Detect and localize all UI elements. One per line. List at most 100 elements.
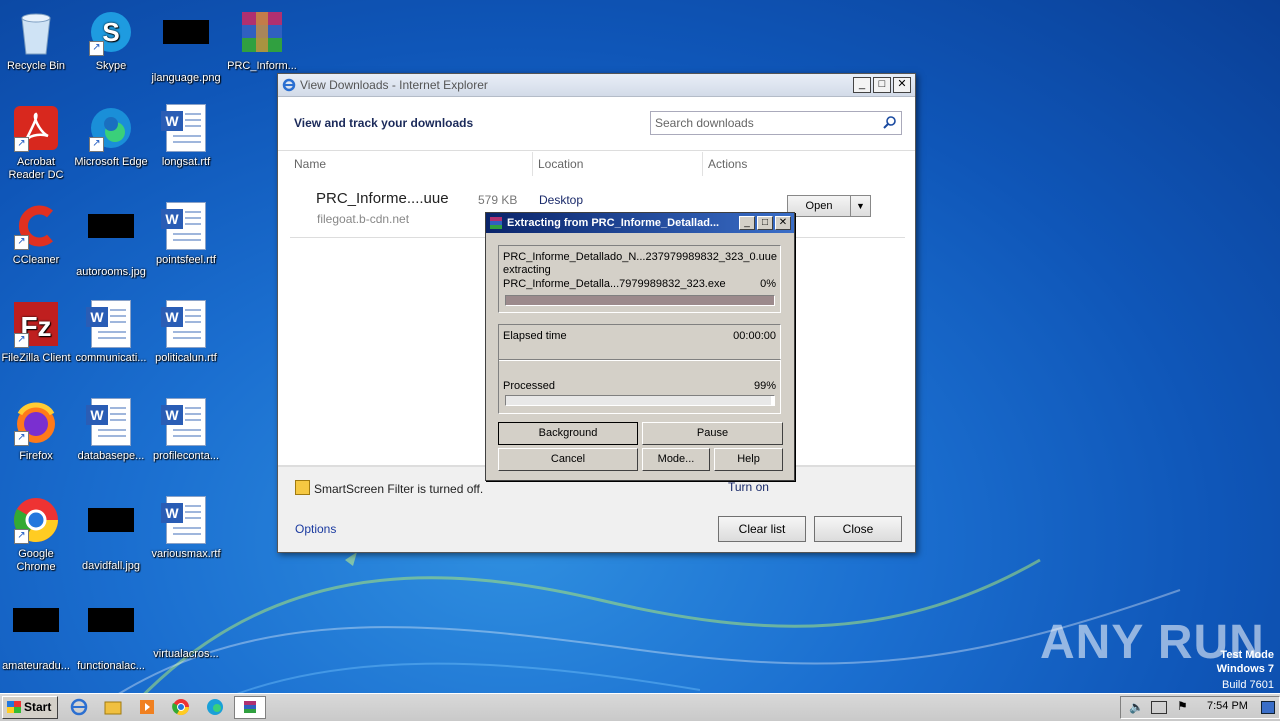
column-header-location[interactable]: Location [538, 157, 583, 171]
explorer-taskbar-icon[interactable] [100, 697, 126, 717]
mode-button[interactable]: Mode... [642, 448, 710, 471]
desktop-icon[interactable]: ↗ Microsoft Edge [73, 104, 149, 169]
svg-text:S: S [102, 17, 119, 47]
desktop-icon-label: virtualacros... [153, 648, 219, 660]
close-button[interactable]: Close [814, 516, 902, 542]
image-file-icon [87, 214, 135, 262]
elapsed-value: 00:00:00 [733, 330, 776, 342]
desktop-icon[interactable]: ↗ Google Chrome [0, 496, 74, 574]
desktop-icon-label: Recycle Bin [6, 60, 66, 72]
desktop-icon[interactable]: Recycle Bin [0, 8, 74, 73]
open-dropdown-button[interactable]: ▼ [850, 195, 871, 217]
build-label: Build 7601 [1222, 679, 1274, 691]
winrar-extract-dialog[interactable]: Extracting from PRC_Informe_Detallad... … [485, 212, 795, 481]
close-window-button[interactable]: ✕ [893, 77, 911, 93]
desktop-icon[interactable]: davidfall.jpg [73, 496, 149, 573]
word-doc-icon: W [86, 300, 135, 348]
pause-button[interactable]: Pause [642, 422, 783, 445]
column-header-actions[interactable]: Actions [708, 157, 747, 171]
network-icon[interactable] [1151, 701, 1167, 714]
desktop-icon[interactable]: functionalac... [73, 596, 149, 673]
dialog-maximize-button[interactable]: □ [757, 216, 773, 230]
options-link[interactable]: Options [295, 522, 336, 536]
ie-title-bar[interactable]: View Downloads - Internet Explorer _ □ ✕ [278, 74, 915, 97]
dialog-minimize-button[interactable]: _ [739, 216, 755, 230]
show-desktop-icon[interactable] [1261, 701, 1275, 714]
image-file-icon [87, 508, 135, 556]
desktop-icon-label: Google Chrome [16, 548, 56, 573]
desktop-icon[interactable]: S ↗ Skype [73, 8, 149, 73]
desktop-icon[interactable]: ↗ CCleaner [0, 202, 74, 267]
recycle-bin-icon [12, 8, 60, 56]
ie-taskbar-icon[interactable] [66, 697, 92, 717]
cancel-button[interactable]: Cancel [498, 448, 638, 471]
maximize-button[interactable]: □ [873, 77, 891, 93]
desktop-icon[interactable]: amateuradu... [0, 596, 74, 673]
word-doc-icon: W [161, 496, 210, 544]
desktop-icon[interactable]: autorooms.jpg [73, 202, 149, 279]
desktop-icon[interactable]: PRC_Inform... [224, 8, 300, 73]
desktop-icon-label: profileconta... [152, 450, 220, 462]
edge-taskbar-icon[interactable] [202, 697, 228, 717]
volume-icon[interactable]: 🔈 [1129, 700, 1144, 714]
shortcut-arrow-icon: ↗ [89, 137, 104, 152]
desktop-icon-label: variousmax.rtf [151, 548, 221, 560]
windows-logo-icon [7, 701, 21, 713]
desktop-icon[interactable]: Wcommunicati... [73, 300, 149, 365]
dialog-title: Extracting from PRC_Informe_Detallad... [507, 217, 720, 229]
downloads-heading: View and track your downloads [294, 116, 474, 130]
download-size: 579 KB [478, 193, 518, 207]
image-file-icon [87, 608, 135, 656]
elapsed-group: Elapsed time 00:00:00 [498, 324, 781, 361]
help-button[interactable]: Help [714, 448, 783, 471]
desktop-icon-label: amateuradu... [2, 660, 70, 672]
image-file-icon [162, 20, 210, 68]
start-button[interactable]: Start [2, 696, 58, 719]
desktop-icon[interactable]: jlanguage.png [148, 8, 224, 85]
taskbar: Start 🔈 ⚑ [0, 693, 1280, 721]
open-button[interactable]: Open [787, 195, 851, 217]
desktop-icon[interactable]: Wlongsat.rtf [148, 104, 224, 169]
desktop-icon[interactable]: virtualacros... [148, 596, 224, 661]
edge-icon: ↗ [87, 104, 135, 152]
desktop-icon-label: communicati... [75, 352, 147, 364]
desktop-icon[interactable]: ↗ Firefox [0, 398, 74, 463]
desktop-icon[interactable]: Wvariousmax.rtf [148, 496, 224, 561]
desktop-icon[interactable]: Fz ↗ FileZilla Client [0, 300, 74, 365]
system-tray: 🔈 ⚑ [1120, 696, 1280, 719]
desktop-icon[interactable]: Wpointsfeel.rtf [148, 202, 224, 267]
desktop-icon[interactable]: Wprofileconta... [148, 398, 224, 463]
file-percent: 0% [760, 278, 776, 290]
desktop-icon[interactable]: ↗ Acrobat Reader DC [0, 104, 74, 182]
desktop-icon[interactable]: Wdatabasepe... [73, 398, 149, 463]
file-progress-bar [505, 295, 775, 306]
processed-label: Processed [503, 380, 555, 392]
dialog-title-bar[interactable]: Extracting from PRC_Informe_Detallad... … [486, 213, 794, 233]
action-center-flag-icon[interactable]: ⚑ [1177, 699, 1188, 713]
search-downloads-input[interactable]: Search downloads [650, 111, 902, 135]
desktop-icon[interactable]: Wpoliticalun.rtf [148, 300, 224, 365]
clear-list-button[interactable]: Clear list [718, 516, 806, 542]
taskbar-clock[interactable]: 7:54 PM [1207, 700, 1248, 712]
chrome-taskbar-icon[interactable] [168, 697, 194, 717]
dialog-close-button[interactable]: ✕ [775, 216, 791, 230]
image-file-icon [12, 608, 60, 656]
winrar-taskbar-button[interactable] [234, 696, 266, 719]
search-icon[interactable] [883, 115, 897, 129]
winrar-icon [238, 8, 286, 56]
ccleaner-icon: ↗ [12, 202, 60, 250]
shortcut-arrow-icon: ↗ [14, 137, 29, 152]
media-player-taskbar-icon[interactable] [134, 697, 160, 717]
desktop-icon-label: CCleaner [12, 254, 60, 266]
desktop-icon-label: Acrobat Reader DC [8, 156, 64, 181]
processed-percent: 99% [753, 380, 776, 392]
column-header-name[interactable]: Name [294, 157, 326, 171]
windows-version-label: Windows 7 [1216, 663, 1274, 675]
turn-on-link[interactable]: Turn on [728, 480, 769, 494]
download-location[interactable]: Desktop [539, 193, 583, 207]
minimize-button[interactable]: _ [853, 77, 871, 93]
start-label: Start [24, 700, 52, 714]
word-doc-icon: W [161, 202, 210, 250]
extract-progress-group: PRC_Informe_Detallado_N...237979989832_3… [498, 245, 781, 313]
background-button[interactable]: Background [498, 422, 638, 445]
